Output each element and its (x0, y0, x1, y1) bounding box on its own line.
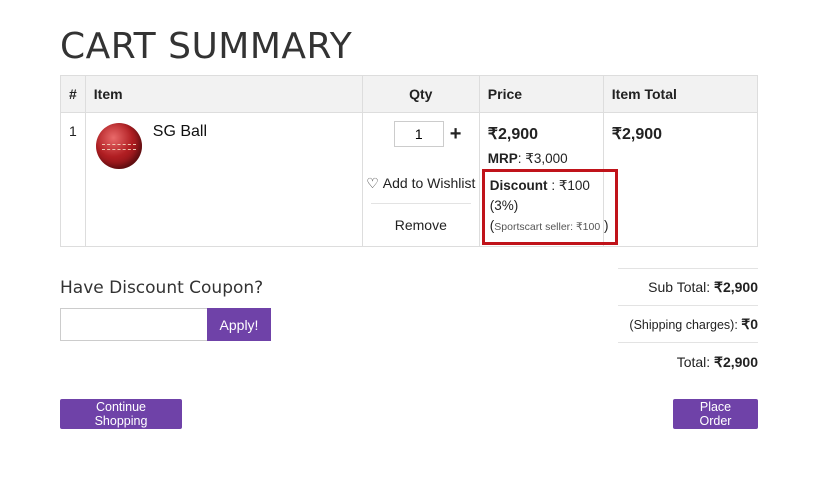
shipping-row: (Shipping charges): ₹0 (618, 305, 758, 342)
price-cell: ₹2,900 MRP: ₹3,000 Discount : ₹100 (3%) … (478, 112, 618, 247)
header-num: # (60, 75, 86, 113)
price-value: ₹2,900 (487, 126, 539, 143)
qty-cell: + ♡Add to Wishlist Remove (361, 112, 480, 247)
item-cell: SG Ball (84, 112, 363, 247)
divider (370, 203, 471, 204)
quantity-input[interactable] (393, 121, 444, 147)
seller-discount-text: Sportscart seller: ₹100 (494, 221, 601, 233)
discount-percent: (3%) (489, 198, 519, 213)
total-value: ₹2,900 (714, 354, 758, 370)
coupon-title: Have Discount Coupon? (60, 278, 264, 298)
discount-label: Discount (489, 178, 548, 193)
row-number: 1 (60, 112, 86, 247)
cart-table: # Item Qty Price Item Total 1 SG Ball + … (60, 75, 759, 247)
page-title: CART SUMMARY (60, 26, 353, 67)
item-total-value: ₹2,900 (602, 112, 759, 247)
product-name[interactable]: SG Ball (153, 123, 207, 141)
apply-coupon-button[interactable]: Apply! (207, 308, 271, 341)
mrp-label: MRP (487, 151, 518, 166)
header-price: Price (478, 75, 604, 113)
increase-qty-button[interactable]: + (450, 123, 462, 145)
place-order-button[interactable]: Place Order (673, 399, 758, 429)
heart-icon: ♡ (366, 175, 379, 191)
discount-value: : ₹100 (547, 178, 590, 193)
total-label: Total: (676, 354, 715, 370)
table-row: 1 SG Ball + ♡Add to Wishlist Remove ₹2,9… (60, 112, 759, 247)
seller-close-paren: ) (603, 218, 609, 233)
table-header-row: # Item Qty Price Item Total (60, 75, 759, 113)
header-item-total: Item Total (602, 75, 759, 113)
header-qty: Qty (361, 75, 480, 113)
shipping-label: (Shipping charges): (629, 318, 742, 332)
remove-link[interactable]: Remove (363, 217, 479, 233)
subtotal-value: ₹2,900 (714, 279, 758, 295)
coupon-input[interactable] (60, 308, 208, 341)
subtotal-row: Sub Total: ₹2,900 (618, 268, 758, 305)
product-image[interactable] (95, 123, 142, 169)
total-row: Total: ₹2,900 (618, 342, 758, 379)
wishlist-label: Add to Wishlist (382, 175, 476, 191)
subtotal-label: Sub Total: (648, 279, 715, 295)
header-item: Item (84, 75, 363, 113)
add-to-wishlist-link[interactable]: ♡ Add to Wishlist (363, 175, 479, 192)
continue-shopping-button[interactable]: Continue Shopping (60, 399, 182, 429)
order-summary: Sub Total: ₹2,900 (Shipping charges): ₹0… (618, 268, 758, 379)
shipping-value: ₹0 (741, 316, 758, 332)
mrp-line: MRP: ₹3,000 (488, 151, 568, 167)
discount-highlight-box: Discount : ₹100 (3%) (Sportscart seller:… (481, 169, 618, 245)
mrp-value: : ₹3,000 (517, 151, 568, 166)
